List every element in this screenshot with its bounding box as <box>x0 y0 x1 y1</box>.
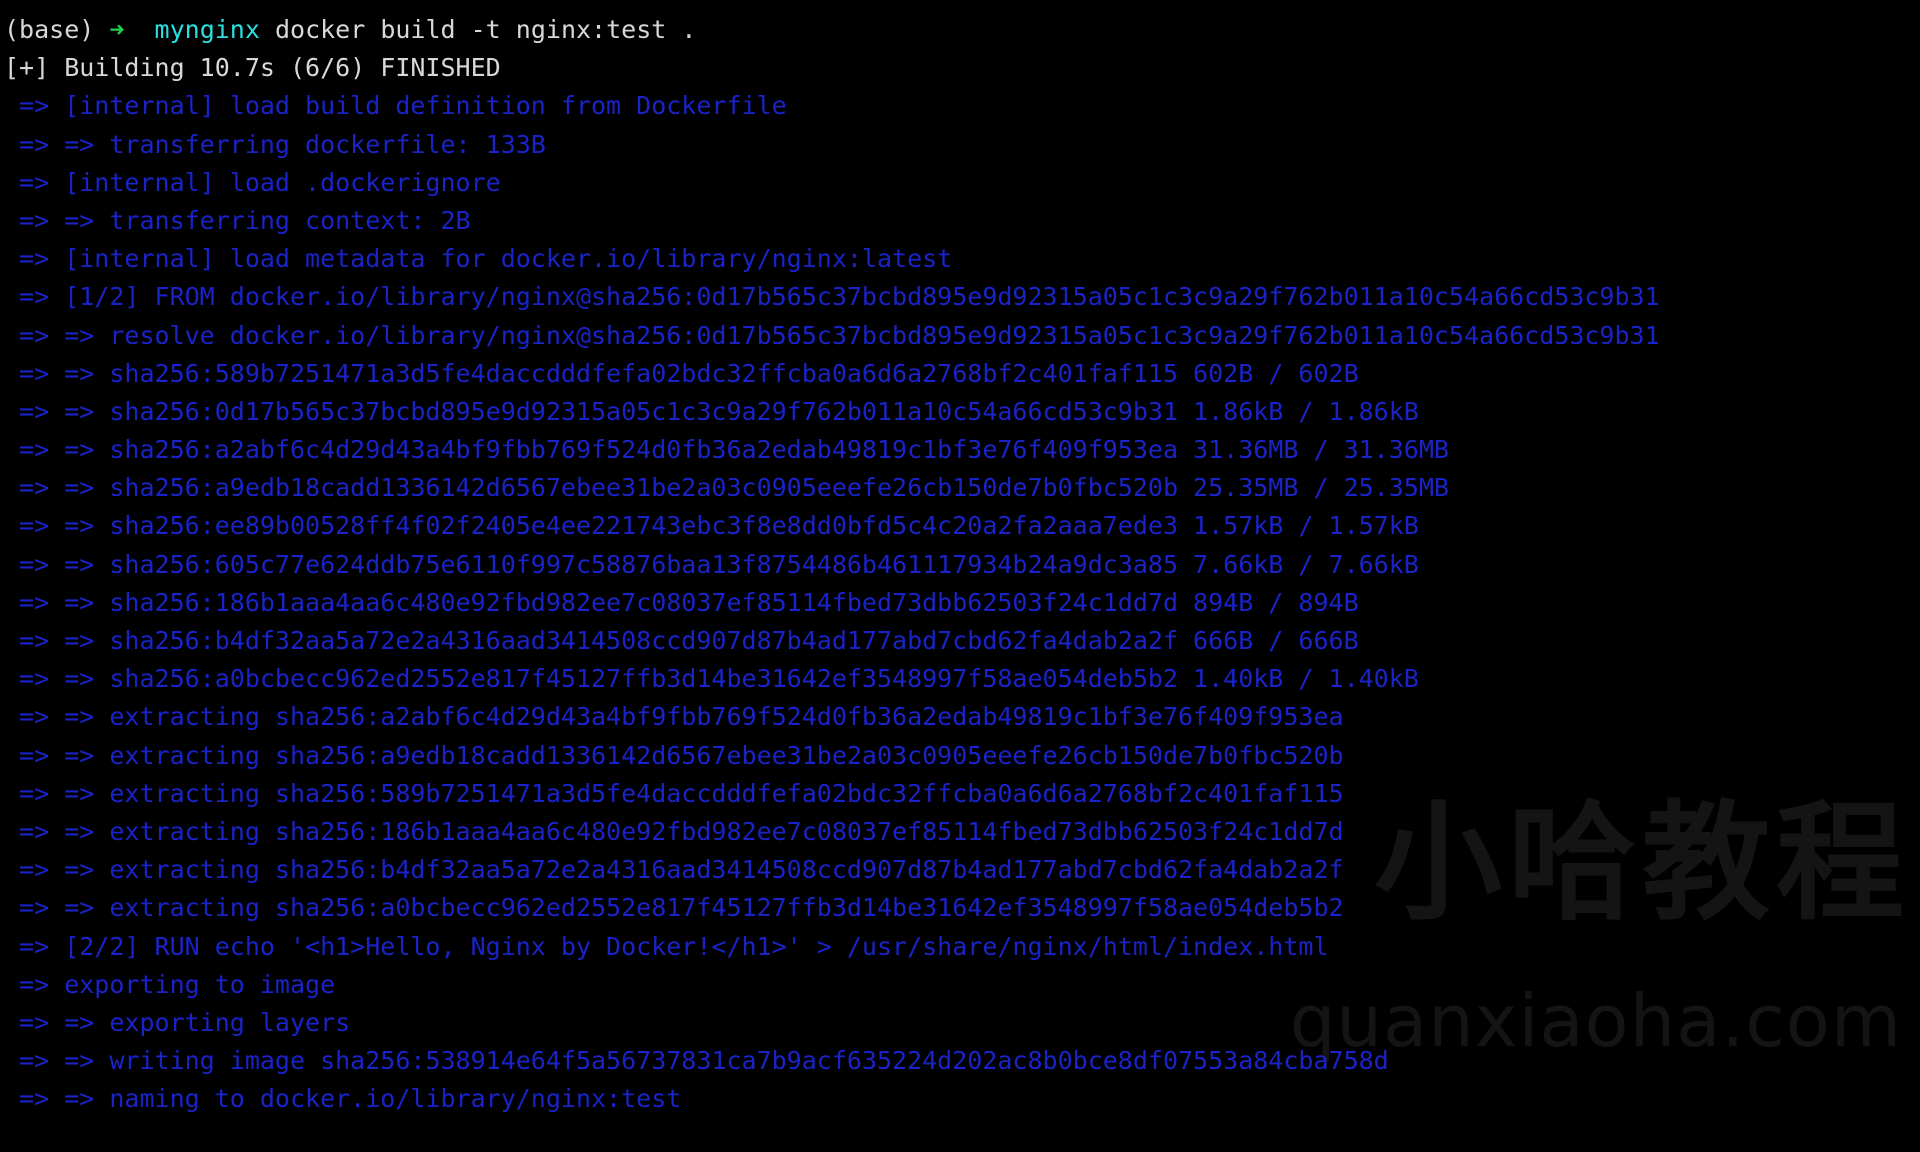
scrollback-clipped-line: => => naming to docker.io/library/nginx:… <box>0 0 1920 11</box>
output-line-extracting-4: => => extracting sha256:186b1aaa4aa6c480… <box>4 816 1344 846</box>
output-line-layer-1-40kb: => => sha256:a0bcbecc962ed2552e817f45127… <box>4 664 1419 694</box>
output-line-resolve-base-image: => => resolve docker.io/library/nginx@sh… <box>4 320 1660 350</box>
output-line-exporting-layers: => => exporting layers <box>4 1007 351 1037</box>
output-line-load-dockerignore: => [internal] load .dockerignore <box>4 167 501 197</box>
output-line-transferring-context: => => transferring context: 2B <box>4 205 471 235</box>
prompt-command: docker build -t nginx:test . <box>274 15 697 44</box>
output-line-extracting-3: => => extracting sha256:589b7251471a3d5f… <box>4 778 1344 808</box>
output-line-layer-666b: => => sha256:b4df32aa5a72e2a4316aad34145… <box>4 626 1359 655</box>
output-line-extracting-2: => => extracting sha256:a9edb18cadd13361… <box>4 740 1344 770</box>
prompt-arrow-icon: ➜ <box>109 15 125 44</box>
output-line-layer-894b: => => sha256:186b1aaa4aa6c480e92fbd982ee… <box>4 587 1359 617</box>
output-line-writing-image: => => writing image sha256:538914e64f5a5… <box>4 1046 1389 1076</box>
output-line-layer-31-36mb: => => sha256:a2abf6c4d29d43a4bf9fbb769f5… <box>4 435 1449 465</box>
prompt-env-label: (base) <box>4 15 95 44</box>
output-line-naming-to-tag: => => naming to docker.io/library/nginx:… <box>4 1084 682 1114</box>
output-line-extracting-6: => => extracting sha256:a0bcbecc962ed255… <box>4 893 1344 923</box>
output-line-transferring-dockerfile: => => transferring dockerfile: 133B <box>4 129 546 159</box>
output-line-layer-1-57kb: => => sha256:ee89b00528ff4f02f2405e4ee22… <box>4 511 1419 541</box>
output-line-from-base-image: => [1/2] FROM docker.io/library/nginx@sh… <box>4 282 1660 312</box>
prompt-line[interactable]: (base) ➜ mynginx docker build -t nginx:t… <box>0 11 1920 49</box>
prompt-directory: mynginx <box>154 15 260 44</box>
output-line-extracting-1: => => extracting sha256:a2abf6c4d29d43a4… <box>4 702 1344 732</box>
output-blank-line <box>0 1118 1920 1152</box>
output-line-exporting-to-image: => exporting to image <box>4 969 336 999</box>
output-line-extracting-5: => => extracting sha256:b4df32aa5a72e2a4… <box>4 855 1344 885</box>
output-line-load-metadata: => [internal] load metadata for docker.i… <box>4 244 953 274</box>
output-line-layer-7-66kb: => => sha256:605c77e624ddb75e6110f997c58… <box>4 549 1419 579</box>
terminal-output-area: => => naming to docker.io/library/nginx:… <box>0 0 1920 1152</box>
build-status-line: [+] Building 10.7s (6/6) FINISHED <box>4 53 501 83</box>
output-line-run-echo-index-html: => [2/2] RUN echo '<h1>Hello, Nginx by D… <box>4 931 1329 961</box>
output-line-load-build-definition: => [internal] load build definition from… <box>4 91 787 121</box>
output-line-layer-1-86kb: => => sha256:0d17b565c37bcbd895e9d92315a… <box>4 396 1419 426</box>
output-line-layer-25-35mb: => => sha256:a9edb18cadd1336142d6567ebee… <box>4 473 1449 503</box>
terminal-window[interactable]: 小哈教程 quanxiaoha.com => => naming to dock… <box>0 0 1920 1152</box>
output-line-layer-602b: => => sha256:589b7251471a3d5fe4daccdddfe… <box>4 358 1359 388</box>
